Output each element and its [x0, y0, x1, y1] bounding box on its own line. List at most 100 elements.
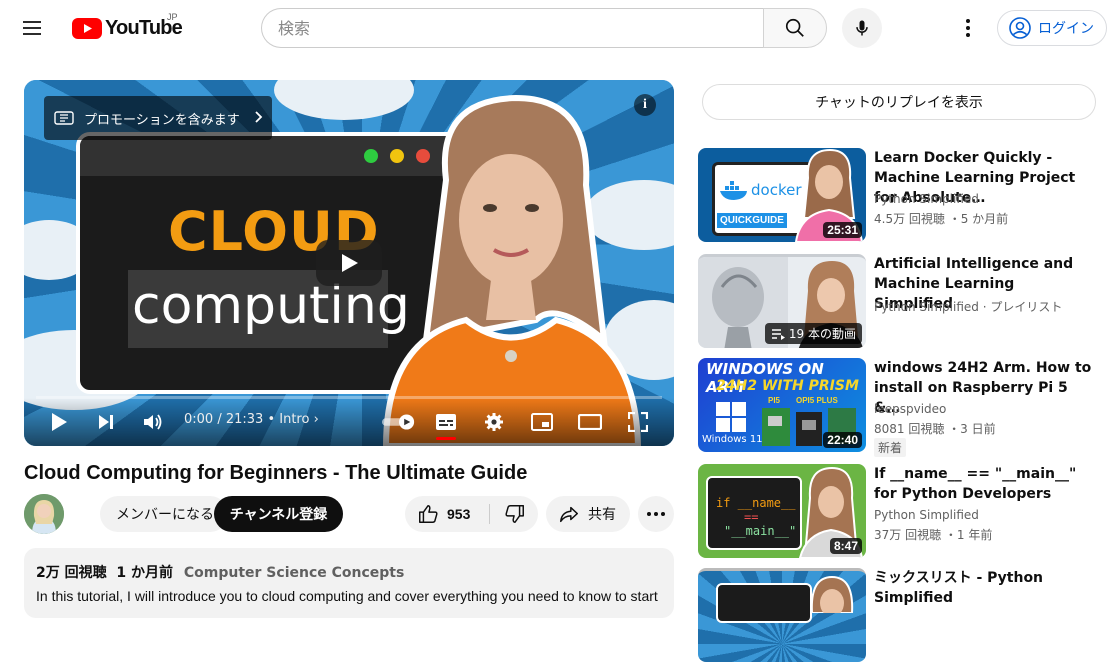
thumb-subtitle-text: 24H2 WITH PRISM	[716, 378, 859, 394]
thumb-presenter-image	[810, 575, 854, 613]
share-arrow-icon	[560, 506, 578, 523]
description-tag[interactable]: Computer Science Concepts	[184, 565, 404, 581]
view-count: 2万 回視聴	[36, 565, 107, 581]
microphone-icon	[856, 20, 868, 36]
video-meta: 8081 回視聴 ・3 日前	[874, 422, 996, 436]
vertical-dots-icon	[966, 19, 970, 37]
channel-name[interactable]: Python Simplified	[874, 192, 979, 206]
subtitles-icon	[436, 414, 456, 430]
like-button[interactable]: 953	[405, 496, 489, 532]
thumb-quickguide-text: QUICKGUIDE	[717, 213, 787, 228]
channel-avatar[interactable]	[24, 494, 64, 534]
autoplay-toggle[interactable]	[382, 408, 416, 436]
search-input[interactable]	[261, 8, 763, 48]
play-icon	[52, 413, 67, 431]
like-divider	[489, 504, 490, 524]
recommended-title[interactable]: ミックスリスト - Python Simplified	[874, 568, 1096, 608]
youtube-logo[interactable]: YouTube	[72, 15, 183, 41]
recommended-video[interactable]: docker QUICKGUIDE 25:31 Learn Docker Qui…	[698, 148, 1098, 242]
subscribe-button[interactable]: チャンネル登録	[214, 496, 343, 532]
thumbs-up-icon	[419, 505, 438, 523]
search-button[interactable]	[763, 8, 827, 48]
playlist-count: 19 本の動画	[788, 327, 856, 341]
more-actions-button[interactable]	[638, 496, 674, 532]
share-button[interactable]: 共有	[546, 496, 630, 532]
promo-label: プロモーションを含みます	[84, 112, 240, 128]
video-thumbnail[interactable]: if __name__ == "__main__" 8:47	[698, 464, 866, 558]
join-membership-button[interactable]: メンバーになる	[100, 496, 228, 532]
presenter-image	[382, 94, 642, 446]
recommended-video[interactable]: WINDOWS ON ARM 24H2 WITH PRISM Windows 1…	[698, 358, 1098, 457]
mix-thumbnail[interactable]	[698, 568, 866, 662]
new-badge: 新着	[874, 438, 907, 457]
skip-next-icon	[99, 415, 113, 429]
volume-button[interactable]	[139, 408, 167, 436]
channel-name[interactable]: leepspvideo	[874, 402, 946, 416]
video-meta: 37万 回視聴 ・1 年前	[874, 528, 993, 542]
settings-button[interactable]	[480, 408, 508, 436]
share-label: 共有	[588, 507, 616, 523]
description-text: In this tutorial, I will introduce you t…	[36, 588, 658, 604]
chevron-right-icon	[255, 111, 263, 123]
thumb-pi5-text: PI5	[768, 396, 781, 405]
next-button[interactable]	[92, 408, 120, 436]
video-duration: 8:47	[829, 538, 862, 554]
play-icon	[342, 254, 358, 272]
player-controls: 0:00 / 21:33 • Intro ›	[24, 398, 674, 446]
voice-search-button[interactable]	[842, 8, 882, 48]
large-play-button[interactable]	[316, 240, 382, 286]
fullscreen-button[interactable]	[624, 408, 652, 436]
region-code: JP	[167, 12, 178, 22]
info-icon[interactable]: i	[634, 94, 656, 116]
promo-disclosure[interactable]: プロモーションを含みます	[44, 96, 272, 140]
thumb-code-window: if __name__ == "__main__"	[706, 476, 802, 550]
miniplayer-button[interactable]	[528, 408, 556, 436]
windows-logo-icon	[716, 402, 746, 432]
video-title: Cloud Computing for Beginners - The Ulti…	[24, 462, 528, 484]
ticket-icon	[54, 111, 74, 125]
thumbs-down-icon	[505, 505, 524, 523]
show-chat-replay-button[interactable]: チャットのリプレイを表示	[702, 84, 1096, 120]
settings-menu-button[interactable]	[956, 16, 980, 40]
channel-name[interactable]: Python Simplified · プレイリスト	[874, 298, 1062, 315]
recommended-playlist[interactable]: 19 本の動画 Artificial Intelligence and Mach…	[698, 254, 1098, 348]
volume-icon	[144, 414, 162, 430]
recommended-title[interactable]: If __name__ == "__main__" for Python Dev…	[874, 464, 1096, 504]
autoplay-toggle-icon	[382, 414, 415, 430]
playlist-count-badge: 19 本の動画	[764, 323, 862, 344]
menu-icon[interactable]	[20, 16, 44, 40]
gear-icon	[485, 413, 503, 431]
subtitles-button[interactable]	[432, 408, 460, 440]
thumb-window-graphic	[716, 583, 812, 623]
video-thumbnail[interactable]: docker QUICKGUIDE 25:31	[698, 148, 866, 242]
description-box[interactable]: 2万 回視聴 1 か月前 Computer Science Concepts I…	[24, 548, 674, 618]
like-dislike-group: 953	[405, 496, 538, 532]
chapter-label[interactable]: • Intro	[267, 412, 309, 427]
masthead: YouTube JP ログイン	[0, 0, 1109, 56]
recommended-video[interactable]: if __name__ == "__main__" 8:47 If __name…	[698, 464, 1098, 558]
video-thumbnail[interactable]: WINDOWS ON ARM 24H2 WITH PRISM Windows 1…	[698, 358, 866, 452]
video-meta: 4.5万 回視聴 ・5 か月前	[874, 212, 1009, 226]
thumb-code-line2: ==	[744, 510, 759, 524]
theater-mode-button[interactable]	[576, 408, 604, 436]
theater-mode-icon	[578, 414, 602, 430]
video-player[interactable]: CLOUD computing プロモーションを含みます i 0:00 / 21…	[24, 80, 674, 446]
upload-age: 1 か月前	[116, 565, 173, 581]
avatar-image	[24, 494, 64, 534]
video-duration: 25:31	[823, 222, 862, 238]
miniplayer-icon	[531, 413, 553, 431]
search-icon	[785, 18, 804, 37]
fullscreen-icon	[628, 412, 648, 432]
docker-whale-icon	[720, 181, 747, 200]
horizontal-dots-icon	[647, 512, 665, 516]
playlist-thumbnail[interactable]: 19 本の動画	[698, 254, 866, 348]
thumb-code-line3: "__main__"	[724, 524, 797, 538]
dislike-button[interactable]	[493, 496, 537, 532]
subtitles-active-indicator	[436, 437, 456, 440]
recommended-mix[interactable]: ミックスリスト - Python Simplified	[698, 568, 1098, 662]
youtube-play-logo-icon	[72, 17, 102, 39]
channel-name[interactable]: Python Simplified	[874, 508, 979, 522]
play-button[interactable]	[45, 408, 73, 436]
chapter-chevron-icon: ›	[313, 412, 319, 427]
login-button[interactable]: ログイン	[997, 10, 1107, 46]
